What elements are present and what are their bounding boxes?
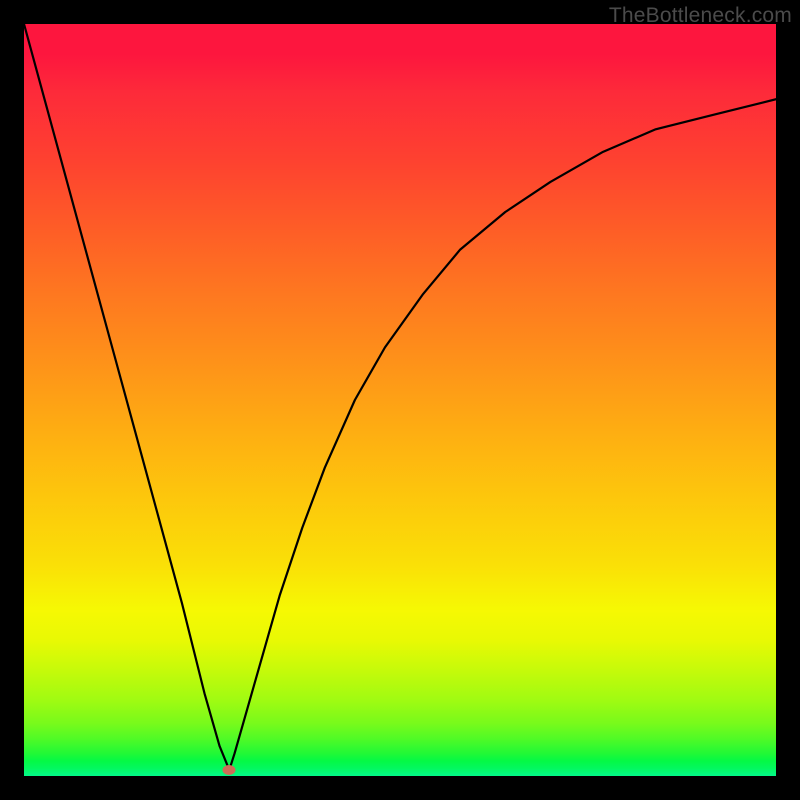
bottleneck-marker	[223, 765, 236, 775]
bottleneck-curve	[24, 24, 776, 776]
curve-path	[24, 24, 776, 770]
chart-frame: TheBottleneck.com	[0, 0, 800, 800]
watermark-text: TheBottleneck.com	[609, 4, 792, 28]
plot-area	[24, 24, 776, 776]
